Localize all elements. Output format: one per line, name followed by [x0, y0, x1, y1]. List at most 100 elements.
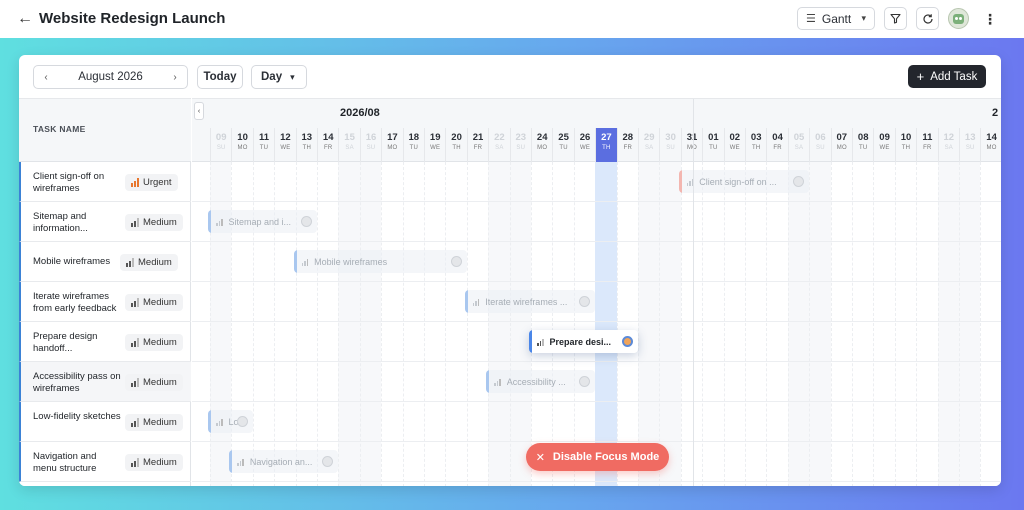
priority-badge[interactable]: Medium [125, 294, 183, 311]
weekday-label: TH [751, 145, 761, 151]
gantt-bar[interactable]: Sitemap and i... [208, 210, 317, 233]
day-number: 06 [815, 132, 826, 143]
collapse-panel-icon[interactable]: ‹ [194, 102, 204, 120]
chevron-right-icon[interactable]: › [166, 68, 184, 86]
grid-column [680, 162, 702, 486]
task-row[interactable]: Navigation and menu structure Medium [19, 442, 191, 482]
day-header: 13 TH [295, 128, 317, 162]
filter-button[interactable] [884, 7, 907, 30]
task-row[interactable]: Client sign-off on wireframes Urgent [19, 162, 191, 202]
add-task-button[interactable]: + Add Task [908, 65, 986, 88]
day-header: 02 WE [723, 128, 745, 162]
day-number: 01 [708, 132, 719, 143]
task-row[interactable]: Mobile wireframes Medium [19, 242, 191, 282]
grid-column [317, 162, 338, 486]
task-name: Mobile wireframes [33, 256, 111, 267]
task-row[interactable]: Iterate wireframes from early feedback Me… [19, 282, 191, 322]
day-header: 06 SU [809, 128, 830, 162]
day-header: 28 FR [616, 128, 638, 162]
today-button[interactable]: Today [197, 65, 243, 89]
grid-column [980, 162, 1001, 486]
task-row[interactable]: Sitemap and information... Medium [19, 202, 191, 242]
assignee-avatar [322, 456, 334, 467]
grid-column [852, 162, 873, 486]
day-header: 19 WE [424, 128, 445, 162]
gantt-bar[interactable]: Prepare desi... [529, 330, 638, 353]
month-navigator: ‹ August 2026 › [33, 65, 188, 89]
task-row[interactable]: Low-fidelity sketches Medium [19, 402, 191, 442]
weekday-label: TH [602, 145, 611, 151]
gantt-bar-label: Navigation an... [249, 456, 313, 467]
priority-label: Urgent [143, 177, 172, 188]
priority-badge[interactable]: Medium [125, 214, 183, 231]
priority-badge[interactable]: Medium [125, 454, 183, 471]
refresh-button[interactable] [916, 7, 939, 30]
user-avatar[interactable] [948, 8, 969, 29]
day-number: 11 [922, 132, 933, 143]
grid-column [424, 162, 445, 486]
day-number: 12 [280, 132, 291, 143]
day-number: 27 [601, 132, 612, 143]
disable-focus-mode-button[interactable]: ✕ Disable Focus Mode [526, 443, 669, 471]
day-number: 16 [365, 132, 377, 143]
weekday-label: TU [409, 145, 418, 151]
grid-column [638, 162, 660, 486]
grid-column [723, 162, 745, 486]
view-select[interactable]: ☰ Gantt ▾ [797, 7, 875, 30]
weekday-label: SU [816, 145, 825, 151]
scale-select[interactable]: Day ▾ [251, 65, 307, 89]
day-header: 25 TU [552, 128, 573, 162]
grid-column [809, 162, 831, 486]
priority-badge[interactable]: Medium [125, 374, 183, 391]
gantt-bar[interactable]: Lo... [208, 410, 253, 433]
weekday-label: SU [666, 145, 675, 151]
weekday-label: TU [709, 145, 718, 151]
day-header: 13 SU [959, 128, 980, 162]
day-header: 08 TU [852, 128, 873, 162]
weekday-label: MO [537, 145, 548, 151]
priority-bars-icon [131, 338, 139, 347]
back-arrow-icon[interactable]: ← [14, 9, 36, 29]
gantt-bar-label: Prepare desi... [549, 336, 612, 347]
task-list: TASK NAME Client sign-off on wireframes U… [19, 98, 191, 486]
priority-badge[interactable]: Medium [125, 414, 183, 431]
assignee-avatar [622, 336, 633, 347]
gantt-bar[interactable]: Accessibility ... [486, 370, 596, 393]
weekday-label: FR [323, 145, 333, 151]
gantt-bar[interactable]: Iterate wireframes ... [464, 290, 596, 313]
weekday-label: SA [495, 145, 504, 151]
chevron-left-icon[interactable]: ‹ [37, 68, 55, 86]
task-row[interactable]: Accessibility pass on wireframes Medium [19, 362, 191, 402]
day-number: 03 [750, 132, 762, 143]
priority-label: Medium [143, 377, 177, 388]
day-number: 13 [301, 132, 313, 143]
day-header: 26 WE [573, 128, 595, 162]
grid-column [616, 162, 638, 486]
day-header: 24 MO [531, 128, 552, 162]
task-row[interactable]: Prepare design handoff... Medium [19, 322, 191, 362]
weekday-label: TU [858, 145, 868, 151]
gantt-bar[interactable]: Mobile wireframes [293, 250, 467, 273]
task-name: Iterate wireframes from early feedback [33, 291, 117, 314]
grid-row-line [192, 321, 1001, 322]
priority-badge[interactable]: Urgent [125, 174, 178, 191]
gantt-bar[interactable]: Client sign-off on ... [678, 170, 810, 193]
day-number: 04 [772, 132, 783, 143]
weekday-label: TU [259, 145, 269, 151]
day-number: 07 [836, 132, 848, 143]
scale-select-label: Day [261, 71, 283, 83]
priority-badge[interactable]: Medium [125, 334, 183, 351]
day-number: 24 [536, 132, 548, 143]
day-number: 15 [344, 132, 355, 143]
priority-badge[interactable]: Medium [120, 254, 178, 271]
priority-bars-icon [216, 217, 223, 226]
top-bar: ← Website Redesign Launch ☰ Gantt ▾ ⋮ [0, 0, 1024, 38]
weekday-label: WE [579, 145, 591, 151]
grid-column [509, 162, 531, 486]
weekday-label: TH [901, 145, 911, 151]
refresh-icon [922, 13, 933, 24]
gantt-bar[interactable]: Navigation an... [229, 450, 339, 473]
day-number: 09 [879, 132, 890, 143]
more-vertical-icon[interactable]: ⋮ [983, 9, 997, 29]
day-number: 02 [729, 132, 741, 143]
